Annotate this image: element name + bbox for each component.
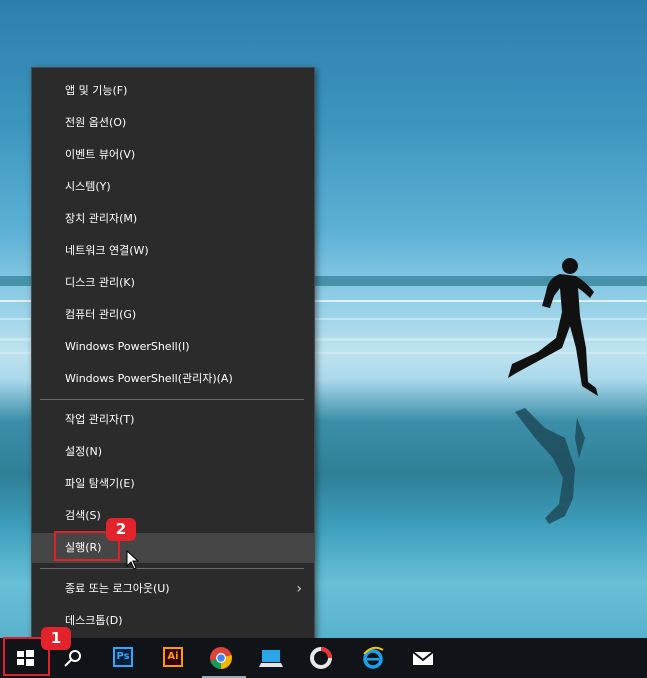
mail-button[interactable]	[400, 638, 446, 678]
desktop-wallpaper: 앱 및 기능(F) 전원 옵션(O) 이벤트 뷰어(V) 시스템(Y) 장치 관…	[0, 0, 647, 678]
taskbar: Ps Ai	[0, 638, 647, 678]
menu-separator	[40, 568, 304, 569]
menu-item-task-manager[interactable]: 작업 관리자(T)	[32, 405, 314, 435]
menu-item-shutdown-signout[interactable]: 종료 또는 로그아웃(U) ›	[32, 574, 314, 604]
menu-item-network-connections[interactable]: 네트워크 연결(W)	[32, 236, 314, 266]
illustrator-icon: Ai	[163, 647, 183, 667]
menu-item-apps-features[interactable]: 앱 및 기능(F)	[32, 76, 314, 106]
illustrator-button[interactable]: Ai	[150, 638, 196, 678]
menu-item-settings[interactable]: 설정(N)	[32, 437, 314, 467]
computer-app-button[interactable]	[248, 638, 294, 678]
internet-explorer-button[interactable]	[350, 638, 396, 678]
menu-item-desktop[interactable]: 데스크톱(D)	[32, 606, 314, 636]
annotation-badge-2: 2	[106, 518, 136, 541]
photoshop-button[interactable]: Ps	[100, 638, 146, 678]
menu-item-computer-management[interactable]: 컴퓨터 관리(G)	[32, 300, 314, 330]
chevron-right-icon: ›	[296, 581, 302, 597]
annotation-badge-1: 1	[41, 627, 71, 650]
menu-item-search[interactable]: 검색(S)	[32, 501, 314, 531]
menu-item-system[interactable]: 시스템(Y)	[32, 172, 314, 202]
runner-silhouette	[508, 258, 598, 396]
menu-item-event-viewer[interactable]: 이벤트 뷰어(V)	[32, 140, 314, 170]
mouse-cursor-icon	[126, 550, 140, 570]
ring-app-icon	[310, 647, 332, 669]
menu-item-power-options[interactable]: 전원 옵션(O)	[32, 108, 314, 138]
chrome-button[interactable]	[198, 638, 244, 678]
menu-item-disk-management[interactable]: 디스크 관리(K)	[32, 268, 314, 298]
chrome-icon	[210, 647, 232, 669]
menu-item-powershell[interactable]: Windows PowerShell(I)	[32, 332, 314, 362]
menu-separator	[40, 399, 304, 400]
menu-item-file-explorer[interactable]: 파일 탐색기(E)	[32, 469, 314, 499]
internet-explorer-icon	[363, 646, 384, 669]
runner-reflection	[515, 408, 585, 524]
menu-item-device-manager[interactable]: 장치 관리자(M)	[32, 204, 314, 234]
menu-item-label: 종료 또는 로그아웃(U)	[65, 582, 170, 595]
menu-item-powershell-admin[interactable]: Windows PowerShell(관리자)(A)	[32, 364, 314, 394]
ring-app-button[interactable]	[298, 638, 344, 678]
photoshop-icon: Ps	[113, 647, 133, 667]
mail-icon	[412, 651, 434, 665]
computer-icon	[259, 650, 283, 667]
